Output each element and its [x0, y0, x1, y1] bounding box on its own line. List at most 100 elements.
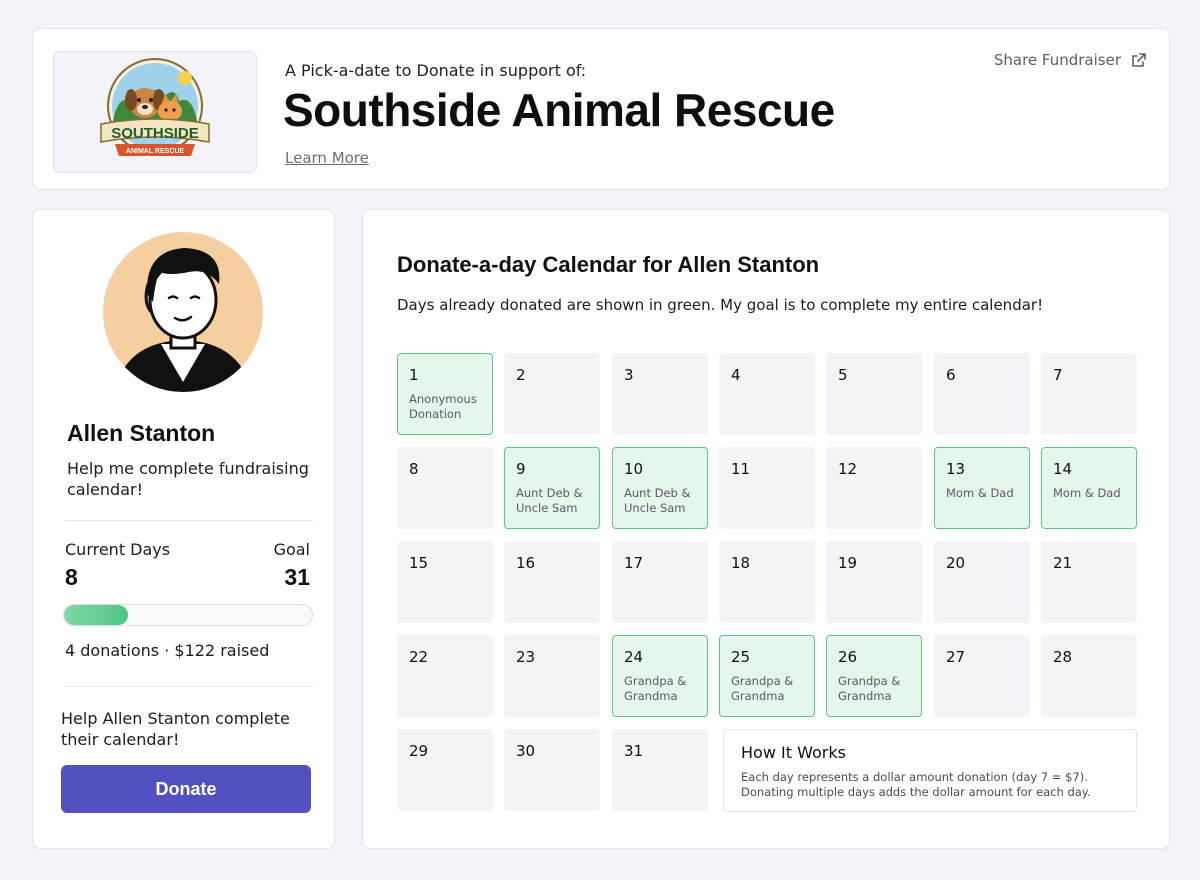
day-number: 11 — [731, 460, 751, 478]
share-fundraiser-button[interactable]: Share Fundraiser — [994, 51, 1147, 69]
calendar-day[interactable]: 23 — [504, 635, 600, 717]
day-number: 12 — [838, 460, 858, 478]
calendar-day-donated[interactable]: 25 Grandpa & Grandma — [719, 635, 815, 717]
day-number: 31 — [624, 742, 644, 760]
divider — [65, 686, 313, 687]
progress-bar-fill — [64, 605, 129, 625]
day-number: 7 — [1053, 366, 1063, 384]
day-number: 1 — [409, 366, 419, 384]
fundraiser-tagline: Help me complete fundraising calendar! — [67, 459, 309, 499]
external-link-icon — [1132, 53, 1146, 67]
day-number: 9 — [516, 460, 526, 478]
avatar — [103, 232, 263, 392]
progress-bar — [63, 604, 313, 626]
day-number: 13 — [946, 460, 966, 478]
how-it-works-title: How It Works — [741, 743, 846, 762]
day-number: 8 — [409, 460, 419, 478]
calendar-day[interactable]: 16 — [504, 541, 600, 623]
current-days-value: 8 — [65, 564, 78, 590]
day-number: 6 — [946, 366, 956, 384]
goal-label: Goal — [273, 540, 310, 559]
day-number: 23 — [516, 648, 536, 666]
calendar-day-donated[interactable]: 24 Grandpa & Grandma — [612, 635, 708, 717]
day-donor: Aunt Deb & Uncle Sam — [516, 486, 583, 515]
calendar-day[interactable]: 7 — [1041, 353, 1137, 435]
calendar-day[interactable]: 31 — [612, 729, 708, 811]
day-number: 10 — [624, 460, 644, 478]
day-number: 17 — [624, 554, 644, 572]
calendar-day[interactable]: 4 — [719, 353, 815, 435]
day-number: 24 — [624, 648, 644, 666]
day-donor: Anonymous Donation — [409, 392, 477, 421]
calendar-day[interactable]: 17 — [612, 541, 708, 623]
current-days-label: Current Days — [65, 540, 171, 559]
day-donor: Grandpa & Grandma — [731, 674, 794, 703]
donation-calendar-card: Donate-a-day Calendar for Allen Stanton … — [362, 209, 1170, 849]
calendar-day[interactable]: 19 — [826, 541, 922, 623]
donation-summary: 4 donations · $122 raised — [65, 641, 270, 660]
day-number: 27 — [946, 648, 966, 666]
day-number: 20 — [946, 554, 966, 572]
calendar-description: Days already donated are shown in green.… — [397, 296, 1044, 314]
donate-button[interactable]: Donate — [61, 765, 311, 813]
calendar-day[interactable]: 11 — [719, 447, 815, 529]
calendar-day-donated[interactable]: 1 Anonymous Donation — [397, 353, 493, 435]
day-donor: Aunt Deb & Uncle Sam — [624, 486, 691, 515]
day-number: 3 — [624, 366, 634, 384]
day-number: 21 — [1053, 554, 1073, 572]
calendar-day[interactable]: 22 — [397, 635, 493, 717]
person-avatar-icon — [114, 248, 252, 392]
day-number: 2 — [516, 366, 526, 384]
day-number: 26 — [838, 648, 858, 666]
logo-banner-text: ANIMAL RESCUE — [126, 148, 185, 155]
calendar-title: Donate-a-day Calendar for Allen Stanton — [397, 252, 820, 277]
day-number: 19 — [838, 554, 858, 572]
calendar-day-donated[interactable]: 26 Grandpa & Grandma — [826, 635, 922, 717]
calendar-day[interactable]: 20 — [934, 541, 1030, 623]
day-number: 18 — [731, 554, 751, 572]
day-donor: Mom & Dad — [946, 486, 1014, 500]
learn-more-link[interactable]: Learn More — [285, 149, 369, 167]
day-number: 25 — [731, 648, 751, 666]
day-number: 14 — [1053, 460, 1073, 478]
organization-logo: SOUTHSIDE ANIMAL RESCUE — [53, 51, 257, 173]
day-donor: Grandpa & Grandma — [838, 674, 901, 703]
calendar-day-donated[interactable]: 14 Mom & Dad — [1041, 447, 1137, 529]
how-it-works-box: How It Works Each day represents a dolla… — [723, 729, 1137, 812]
day-number: 4 — [731, 366, 741, 384]
calendar-day[interactable]: 21 — [1041, 541, 1137, 623]
day-number: 29 — [409, 742, 429, 760]
day-number: 16 — [516, 554, 536, 572]
divider — [65, 520, 313, 521]
calendar-day[interactable]: 29 — [397, 729, 493, 811]
help-text: Help Allen Stanton complete their calend… — [61, 709, 290, 749]
calendar-day-donated[interactable]: 13 Mom & Dad — [934, 447, 1030, 529]
goal-value: 31 — [284, 564, 310, 590]
calendar-day[interactable]: 28 — [1041, 635, 1137, 717]
calendar-day-donated[interactable]: 9 Aunt Deb & Uncle Sam — [504, 447, 600, 529]
calendar-day[interactable]: 18 — [719, 541, 815, 623]
calendar-day[interactable]: 6 — [934, 353, 1030, 435]
day-number: 30 — [516, 742, 536, 760]
day-donor: Grandpa & Grandma — [624, 674, 687, 703]
share-label: Share Fundraiser — [993, 51, 1121, 69]
page-subtitle: A Pick-a-date to Donate in support of: — [285, 61, 587, 80]
calendar-day[interactable]: 5 — [826, 353, 922, 435]
calendar-day-donated[interactable]: 10 Aunt Deb & Uncle Sam — [612, 447, 708, 529]
calendar-day[interactable]: 30 — [504, 729, 600, 811]
fundraiser-profile-card: Allen Stanton Help me complete fundraisi… — [32, 209, 335, 849]
logo-wordmark: SOUTHSIDE — [111, 125, 199, 142]
calendar-day[interactable]: 2 — [504, 353, 600, 435]
how-it-works-text: Each day represents a dollar amount dona… — [741, 770, 1091, 799]
rescue-logo-icon: SOUTHSIDE ANIMAL RESCUE — [100, 58, 210, 156]
calendar-day[interactable]: 8 — [397, 447, 493, 529]
day-donor: Mom & Dad — [1053, 486, 1121, 500]
day-number: 28 — [1053, 648, 1073, 666]
day-number: 5 — [838, 366, 848, 384]
calendar-day[interactable]: 15 — [397, 541, 493, 623]
calendar-day[interactable]: 12 — [826, 447, 922, 529]
day-number: 22 — [409, 648, 429, 666]
fundraiser-header: SOUTHSIDE ANIMAL RESCUE A Pick-a-date to… — [32, 28, 1170, 190]
calendar-day[interactable]: 3 — [612, 353, 708, 435]
calendar-day[interactable]: 27 — [934, 635, 1030, 717]
